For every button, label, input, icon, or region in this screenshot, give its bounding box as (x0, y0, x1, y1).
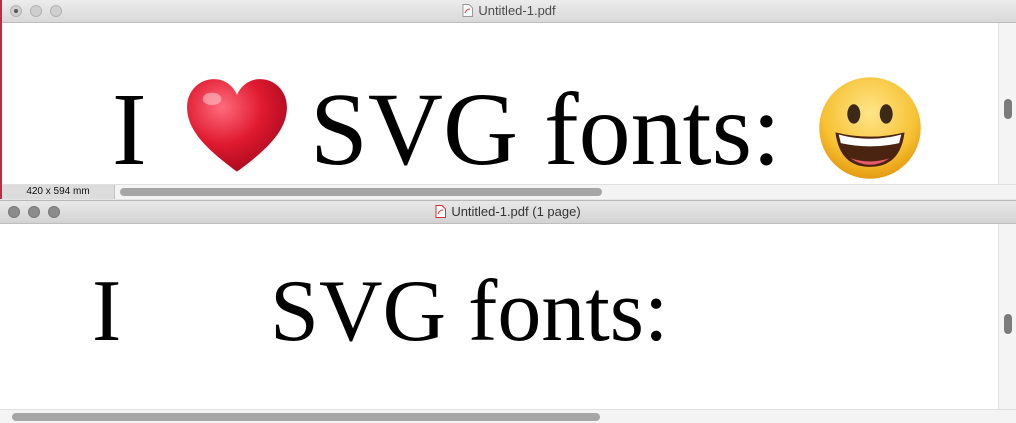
pdf-document-icon (462, 4, 474, 20)
bottom-window-titlebar[interactable]: Untitled-1.pdf (1 page) (0, 201, 1016, 224)
vertical-scroll-thumb[interactable] (1004, 314, 1012, 334)
horizontal-scroll-thumb[interactable] (120, 188, 602, 196)
horizontal-scrollbar[interactable] (0, 409, 1016, 423)
window-title-text: Untitled-1.pdf (478, 3, 556, 18)
bottom-pdf-window: Untitled-1.pdf (1 page) I SVG fonts: (0, 200, 1016, 423)
top-pdf-window: Untitled-1.pdf I SVG fonts: 420 x 594 mm (0, 0, 1016, 199)
text-i: I (112, 72, 147, 187)
text-i: I (92, 263, 122, 360)
grinning-face-emoji-icon (819, 77, 921, 179)
text-svg-fonts: SVG fonts: (270, 263, 669, 360)
window-title: Untitled-1.pdf (2, 3, 1016, 20)
page-size-label: 420 x 594 mm (2, 185, 115, 199)
vertical-scrollbar[interactable] (998, 23, 1016, 184)
horizontal-scrollbar[interactable]: 420 x 594 mm (2, 184, 1016, 199)
vertical-scrollbar[interactable] (998, 224, 1016, 409)
pdf-page: I SVG fonts: (0, 224, 996, 409)
horizontal-scroll-thumb[interactable] (12, 413, 600, 421)
top-window-titlebar[interactable]: Untitled-1.pdf (2, 0, 1016, 23)
window-title: Untitled-1.pdf (1 page) (0, 204, 1016, 221)
pdf-document-icon (435, 205, 447, 221)
text-svg-fonts: SVG fonts: (310, 72, 781, 187)
vertical-scroll-thumb[interactable] (1004, 99, 1012, 119)
pdf-page: I SVG fonts: (2, 23, 998, 184)
window-title-text: Untitled-1.pdf (1 page) (451, 204, 581, 219)
red-heart-emoji-icon (187, 79, 287, 172)
